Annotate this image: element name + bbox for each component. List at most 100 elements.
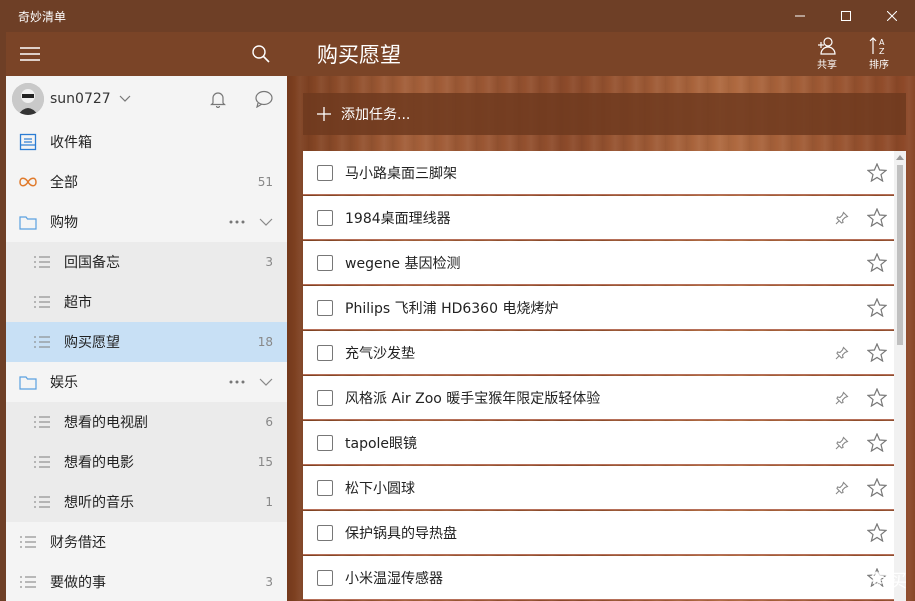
star-icon[interactable] (866, 252, 888, 274)
task-row[interactable]: 1984桌面理线器 (303, 196, 894, 240)
star-icon[interactable] (866, 342, 888, 364)
sort-az-icon: AZ (869, 37, 885, 55)
search-icon (252, 45, 270, 63)
sidebar-item-todo[interactable]: 要做的事 3 (6, 562, 287, 601)
star-icon[interactable] (866, 387, 888, 409)
item-count: 6 (265, 415, 273, 429)
pin-icon[interactable] (832, 388, 852, 408)
sidebar-folder-shopping[interactable]: 购物 (6, 202, 287, 242)
sidebar-item-label: 回国备忘 (64, 255, 120, 271)
star-icon[interactable] (866, 477, 888, 499)
task-checkbox[interactable] (317, 434, 333, 451)
task-row[interactable]: 松下小圆球 (303, 466, 894, 510)
list-icon (32, 492, 52, 512)
maximize-icon (841, 11, 851, 21)
task-checkbox[interactable] (317, 299, 333, 316)
sidebar-item-inbox[interactable]: 收件箱 (6, 122, 287, 162)
list-icon (32, 332, 52, 352)
avatar-image (12, 83, 44, 115)
sidebar-item-all[interactable]: 全部 51 (6, 162, 287, 202)
task-list: 马小路桌面三脚架 1984桌面理线器 wegene 基因检测 Philips 飞利浦 … (303, 151, 894, 601)
minimize-button[interactable] (777, 0, 823, 32)
task-title: 小米温湿传感器 (345, 570, 443, 587)
list-icon (18, 572, 38, 592)
task-checkbox[interactable] (317, 524, 333, 541)
avatar[interactable] (12, 83, 44, 115)
sidebar-item-music[interactable]: 想听的音乐 1 (6, 482, 287, 522)
sidebar-item-label: 想看的电视剧 (64, 415, 148, 431)
task-title: Philips 飞利浦 HD6360 电烧烤炉 (345, 300, 559, 317)
sidebar-item-movies[interactable]: 想看的电影 15 (6, 442, 287, 482)
sidebar-item-tv-shows[interactable]: 想看的电视剧 6 (6, 402, 287, 442)
task-title: tapole眼镜 (345, 435, 418, 452)
sidebar-item-label: 要做的事 (50, 575, 106, 591)
list-title: 购买愿望 (317, 43, 401, 67)
pin-icon[interactable] (832, 478, 852, 498)
star-icon[interactable] (866, 207, 888, 229)
item-count: 3 (265, 255, 273, 269)
more-icon[interactable] (229, 220, 245, 224)
main-header: 购买愿望 共享 AZ 排序 (287, 32, 915, 76)
search-button[interactable] (247, 40, 275, 68)
menu-button[interactable] (16, 40, 44, 68)
add-task-placeholder: 添加任务... (341, 107, 411, 123)
sidebar-item-label: 收件箱 (50, 135, 92, 151)
user-row[interactable]: sun0727 (6, 76, 287, 122)
task-row[interactable]: 马小路桌面三脚架 (303, 151, 894, 195)
add-task-input[interactable]: 添加任务... (303, 93, 906, 135)
task-checkbox[interactable] (317, 254, 333, 271)
plus-icon (317, 107, 331, 121)
task-title: 充气沙发垫 (345, 345, 415, 362)
task-row[interactable]: Philips 飞利浦 HD6360 电烧烤炉 (303, 286, 894, 330)
maximize-button[interactable] (823, 0, 869, 32)
chevron-down-icon[interactable] (119, 95, 131, 103)
sidebar-item-supermarket[interactable]: 超市 (6, 282, 287, 322)
task-row[interactable]: 风格派 Air Zoo 暖手宝猴年限定版轻体验 (303, 376, 894, 420)
sidebar-item-wishlist[interactable]: 购买愿望 18 (6, 322, 287, 362)
task-checkbox[interactable] (317, 344, 333, 361)
pin-icon[interactable] (832, 208, 852, 228)
task-checkbox[interactable] (317, 569, 333, 586)
watermark-text: 什么值得买 (817, 571, 907, 592)
task-title: 风格派 Air Zoo 暖手宝猴年限定版轻体验 (345, 390, 601, 407)
sidebar-item-return-memo[interactable]: 回国备忘 3 (6, 242, 287, 282)
chevron-down-icon[interactable] (259, 378, 273, 386)
star-icon[interactable] (866, 297, 888, 319)
star-icon[interactable] (866, 162, 888, 184)
sidebar-item-label: 财务借还 (50, 535, 106, 551)
chevron-down-icon[interactable] (259, 218, 273, 226)
task-checkbox[interactable] (317, 389, 333, 406)
task-row[interactable]: 保护锅具的导热盘 (303, 511, 894, 555)
sidebar-item-finance[interactable]: 财务借还 (6, 522, 287, 562)
star-icon[interactable] (866, 432, 888, 454)
main-panel: 购买愿望 共享 AZ 排序 添加任务... 马小路桌面三脚架 1984桌面理线器 w… (287, 32, 915, 601)
more-icon[interactable] (229, 380, 245, 384)
share-button[interactable]: 共享 (801, 37, 853, 71)
task-title: 1984桌面理线器 (345, 210, 451, 227)
scroll-thumb[interactable] (897, 165, 903, 345)
pin-icon[interactable] (832, 343, 852, 363)
scrollbar[interactable] (894, 151, 906, 601)
task-checkbox[interactable] (317, 164, 333, 181)
task-checkbox[interactable] (317, 209, 333, 226)
task-row[interactable]: wegene 基因检测 (303, 241, 894, 285)
bell-icon[interactable] (203, 84, 233, 114)
task-title: 松下小圆球 (345, 480, 415, 497)
sort-button[interactable]: AZ 排序 (853, 37, 905, 71)
sidebar-folder-entertainment[interactable]: 娱乐 (6, 362, 287, 402)
task-row[interactable]: 充气沙发垫 (303, 331, 894, 375)
task-checkbox[interactable] (317, 479, 333, 496)
task-row[interactable]: tapole眼镜 (303, 421, 894, 465)
star-icon[interactable] (866, 522, 888, 544)
sidebar-item-label: 购物 (50, 215, 78, 231)
app-title: 奇妙清单 (18, 9, 67, 24)
close-button[interactable] (869, 0, 915, 32)
task-title: wegene 基因检测 (345, 255, 461, 272)
chat-icon[interactable] (249, 84, 279, 114)
scroll-up-icon[interactable] (894, 151, 906, 163)
sidebar-item-label: 娱乐 (50, 375, 78, 391)
item-count: 3 (265, 575, 273, 589)
sidebar-header (6, 32, 287, 76)
sidebar-item-label: 想看的电影 (64, 455, 134, 471)
pin-icon[interactable] (832, 433, 852, 453)
